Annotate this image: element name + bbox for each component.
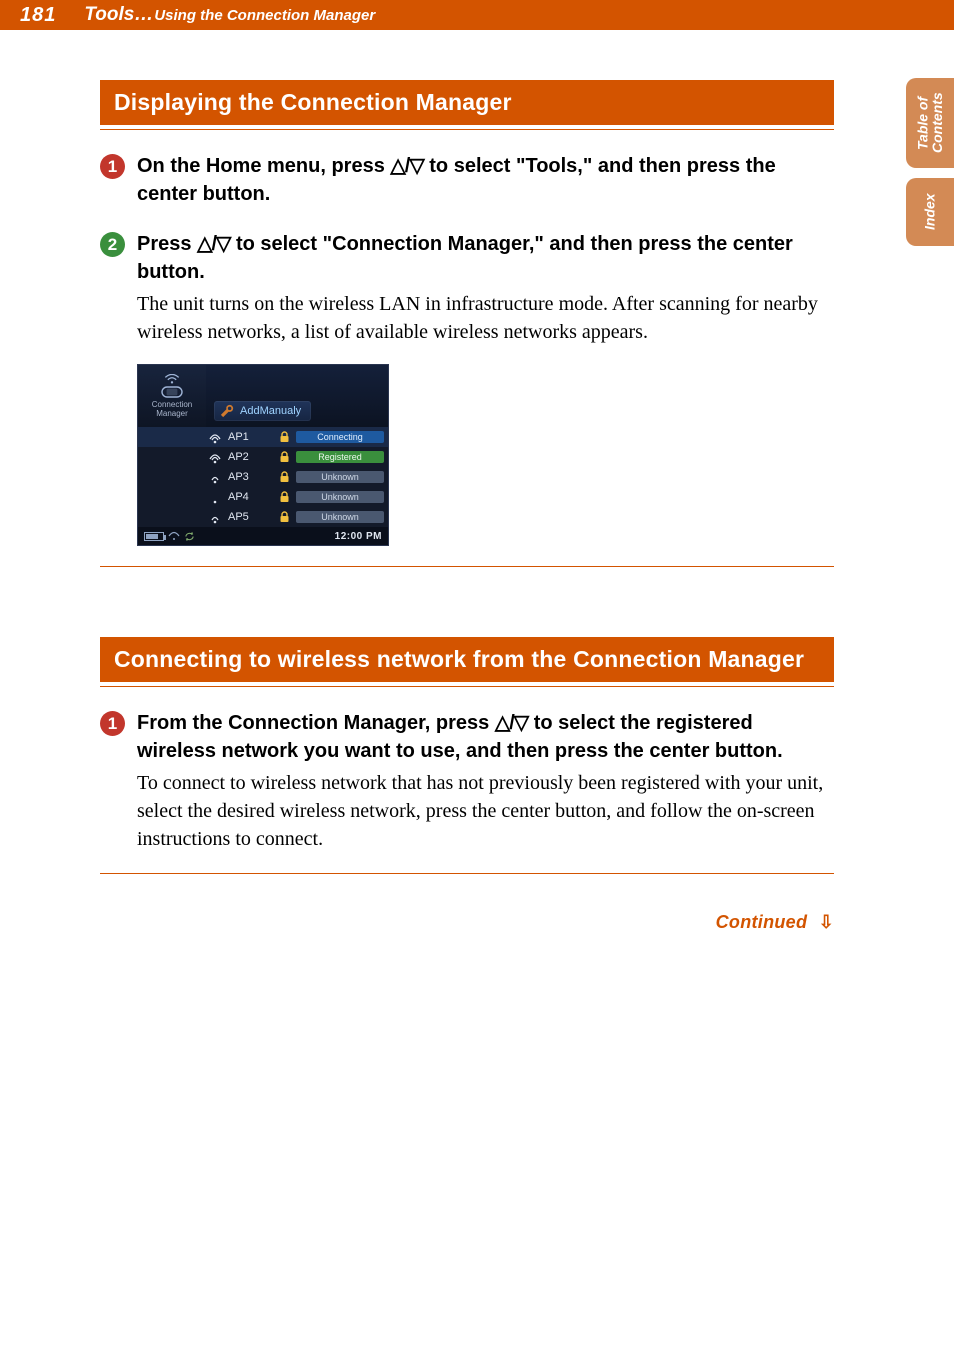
ap-status: Connecting [296,431,384,443]
step-head-2: Press △/▽ to select "Connection Manager,… [137,230,834,286]
side-tab-index[interactable]: Index [906,178,954,246]
step-head-2-b: to select "Connection Manager," and then… [137,233,793,283]
step-1-1: 1 On the Home menu, press △/▽ to select … [100,152,834,208]
step-1-2: 2 Press △/▽ to select "Connection Manage… [100,230,834,286]
ap-status: Unknown [296,511,384,523]
step-head-1-a: On the Home menu, press [137,155,390,177]
ap-name: AP4 [224,491,276,503]
device-top-right: AddManualy [206,365,388,427]
ap-name: AP3 [224,471,276,483]
step-2-1: 1 From the Connection Manager, press △/▽… [100,709,834,765]
step-body-2-1: To connect to wireless network that has … [137,769,834,853]
section-rule [100,686,834,687]
signal-icon [206,450,224,464]
ap-row[interactable]: AP3 Unknown [138,467,388,487]
ap-row[interactable]: AP2 Registered [138,447,388,467]
section-heading-displaying: Displaying the Connection Manager [100,80,834,125]
ap-status: Registered [296,451,384,463]
ap-row[interactable]: AP5 Unknown [138,507,388,527]
lock-icon [276,451,292,463]
up-down-glyph: △/▽ [495,712,528,734]
device-statusbar: 12:00 PM [138,527,388,545]
sync-small-icon [184,531,195,542]
add-manually-label: AddManualy [240,405,301,417]
signal-icon [206,470,224,484]
breadcrumb: Tools…Using the Connection Manager [84,4,375,26]
step-badge-2: 2 [100,232,125,257]
device-top: ConnectionManager AddManualy [138,365,388,427]
up-down-glyph: △/▽ [390,155,423,177]
continued-arrow-icon: ⇩ [819,912,834,933]
breadcrumb-sub: Using the Connection Manager [154,7,375,24]
ap-name: AP1 [224,431,276,443]
lock-icon [276,431,292,443]
section-rule [100,129,834,130]
signal-icon [206,490,224,504]
lock-icon [276,491,292,503]
clock: 12:00 PM [335,531,382,542]
battery-icon [144,532,164,541]
side-tabs: Table ofContents Index [900,78,954,256]
section-end-rule-2 [100,873,834,874]
wifi-icon [162,374,182,384]
header-bar: 181 Tools…Using the Connection Manager [0,0,954,30]
device-sidebar-label: ConnectionManager [152,401,192,418]
step-head-1: On the Home menu, press △/▽ to select "T… [137,152,834,208]
ap-name: AP2 [224,451,276,463]
continued-label: Continued [716,912,808,932]
device-sidebar: ConnectionManager [138,365,206,427]
statusbar-left [144,531,195,542]
page-content: Displaying the Connection Manager 1 On t… [0,30,954,933]
step-head-2-1: From the Connection Manager, press △/▽ t… [137,709,834,765]
lock-icon [276,471,292,483]
section-heading-connecting: Connecting to wireless network from the … [100,637,834,682]
ap-row[interactable]: AP1 Connecting [138,427,388,447]
step-badge-1: 1 [100,154,125,179]
step-body-2: The unit turns on the wireless LAN in in… [137,290,834,346]
wrench-icon [220,404,234,418]
breadcrumb-main: Tools [84,4,134,25]
step-badge-1: 1 [100,711,125,736]
side-tab-toc[interactable]: Table ofContents [906,78,954,168]
step-head-2-1-a: From the Connection Manager, press [137,712,495,734]
step-head-2-a: Press [137,233,197,255]
breadcrumb-dots: … [134,4,154,25]
ap-status: Unknown [296,491,384,503]
ap-name: AP5 [224,511,276,523]
lock-icon [276,511,292,523]
ap-list: AP1 Connecting AP2 Registered AP3 Unknown AP4 U… [138,427,388,527]
ap-status: Unknown [296,471,384,483]
device-screenshot: ConnectionManager AddManualy AP1 Connecti… [137,364,389,546]
ap-row[interactable]: AP4 Unknown [138,487,388,507]
signal-icon [206,430,224,444]
signal-small-icon [168,531,180,541]
page-number: 181 [20,4,56,27]
add-manually-button[interactable]: AddManualy [214,401,311,421]
signal-icon [206,510,224,524]
up-down-glyph: △/▽ [197,233,230,255]
device-icon [161,386,183,398]
continued-footer: Continued ⇩ [100,912,834,933]
